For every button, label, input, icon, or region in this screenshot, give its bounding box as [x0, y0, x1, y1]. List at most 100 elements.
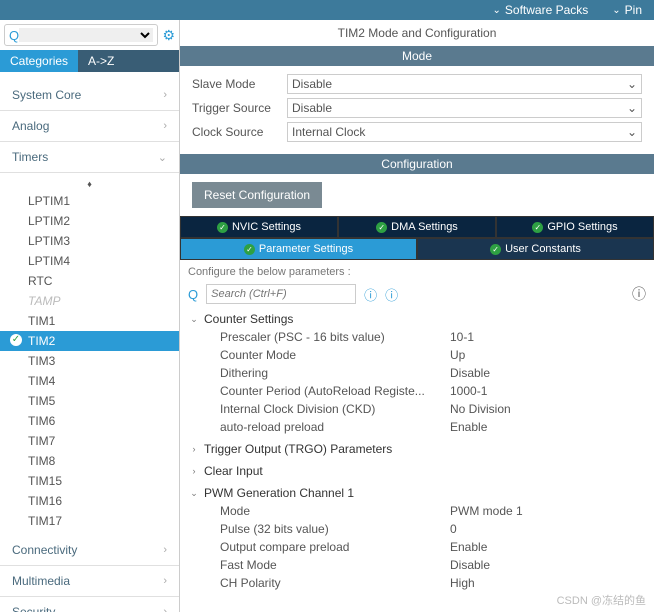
tab-label: GPIO Settings: [547, 221, 617, 233]
sidebar-item-tamp[interactable]: TAMP: [0, 291, 179, 311]
prev-icon[interactable]: ⓘ: [364, 285, 377, 304]
chevron-down-icon: ⌄: [612, 5, 620, 16]
param-value: Enable: [450, 420, 487, 434]
param-row[interactable]: auto-reload preloadEnable: [188, 418, 646, 436]
param-row[interactable]: Pulse (32 bits value)0: [188, 520, 646, 538]
trigger-source-select[interactable]: Disable ⌄: [287, 98, 642, 118]
param-key: Counter Mode: [220, 348, 450, 362]
chevron-right-icon: ›: [163, 89, 167, 101]
select-value: Disable: [292, 101, 332, 115]
sidebar-item-tim6[interactable]: TIM6: [0, 411, 179, 431]
param-value: Enable: [450, 540, 487, 554]
chevron-down-icon: ⌄: [158, 151, 167, 164]
sidebar-item-tim16[interactable]: TIM16: [0, 491, 179, 511]
group-counter-settings[interactable]: ⌄Counter Settings: [188, 310, 646, 328]
param-key: Fast Mode: [220, 558, 450, 572]
params-search[interactable]: [206, 284, 356, 304]
param-value: Disable: [450, 366, 490, 380]
reset-configuration-button[interactable]: Reset Configuration: [192, 182, 322, 208]
sidebar-item-tim4[interactable]: TIM4: [0, 371, 179, 391]
next-icon[interactable]: ⓘ: [385, 285, 398, 304]
param-row[interactable]: Prescaler (PSC - 16 bits value)10-1: [188, 328, 646, 346]
cat-label: Timers: [12, 150, 48, 164]
param-value: PWM mode 1: [450, 504, 523, 518]
topbar-software-packs[interactable]: ⌄ Software Packs: [481, 0, 601, 20]
sidebar-item-lptim3[interactable]: LPTIM3: [0, 231, 179, 251]
sidebar-item-tim17[interactable]: TIM17: [0, 511, 179, 531]
check-icon: ✓: [217, 222, 228, 233]
param-row[interactable]: Fast ModeDisable: [188, 556, 646, 574]
search-select[interactable]: [19, 28, 153, 42]
check-icon: ✓: [532, 222, 543, 233]
cat-security[interactable]: Security ›: [0, 597, 179, 612]
search-icon[interactable]: Q: [188, 287, 198, 302]
param-key: Output compare preload: [220, 540, 450, 554]
sidebar-item-tim8[interactable]: TIM8: [0, 451, 179, 471]
sidebar-item-tim3[interactable]: TIM3: [0, 351, 179, 371]
cat-connectivity[interactable]: Connectivity ›: [0, 535, 179, 566]
group-trigger-output[interactable]: ›Trigger Output (TRGO) Parameters: [188, 440, 646, 458]
cat-analog[interactable]: Analog ›: [0, 111, 179, 142]
group-clear-input[interactable]: ›Clear Input: [188, 462, 646, 480]
expand-icon: ⌄: [188, 314, 200, 325]
tab-gpio-settings[interactable]: ✓ GPIO Settings: [496, 216, 654, 238]
info-icon[interactable]: ⓘ: [632, 284, 646, 304]
cat-multimedia[interactable]: Multimedia ›: [0, 566, 179, 597]
tab-az[interactable]: A->Z: [78, 50, 124, 72]
param-key: Mode: [220, 504, 450, 518]
tab-dma-settings[interactable]: ✓DMA Settings: [338, 216, 496, 238]
param-row[interactable]: Internal Clock Division (CKD)No Division: [188, 400, 646, 418]
param-row[interactable]: CH PolarityHigh: [188, 574, 646, 592]
param-key: CH Polarity: [220, 576, 450, 590]
topbar-pinout[interactable]: ⌄ Pin: [600, 0, 654, 20]
tab-nvic-settings[interactable]: ✓NVIC Settings: [180, 216, 338, 238]
param-value: 1000-1: [450, 384, 487, 398]
sidebar-item-tim5[interactable]: TIM5: [0, 391, 179, 411]
param-row[interactable]: Output compare preloadEnable: [188, 538, 646, 556]
tab-label: Parameter Settings: [259, 243, 353, 255]
param-row[interactable]: ModePWM mode 1: [188, 502, 646, 520]
expand-icon: ›: [188, 466, 200, 476]
tab-parameter-settings[interactable]: ✓Parameter Settings: [180, 238, 417, 260]
expand-icon: ›: [188, 444, 200, 454]
search-icon: Q: [9, 28, 19, 43]
tab-label: DMA Settings: [391, 221, 458, 233]
sidebar-item-lptim2[interactable]: LPTIM2: [0, 211, 179, 231]
sidebar-item-lptim4[interactable]: LPTIM4: [0, 251, 179, 271]
chevron-right-icon: ›: [163, 120, 167, 132]
tab-categories[interactable]: Categories: [0, 50, 78, 72]
topbar-label: Pin: [625, 3, 642, 17]
slave-mode-select[interactable]: Disable ⌄: [287, 74, 642, 94]
param-key: auto-reload preload: [220, 420, 450, 434]
sort-icon[interactable]: ♦: [0, 177, 179, 191]
sidebar-item-tim7[interactable]: TIM7: [0, 431, 179, 451]
clock-source-select[interactable]: Internal Clock ⌄: [287, 122, 642, 142]
param-key: Dithering: [220, 366, 450, 380]
sidebar-item-tim15[interactable]: TIM15: [0, 471, 179, 491]
param-value: Up: [450, 348, 465, 362]
cat-system-core[interactable]: System Core ›: [0, 80, 179, 111]
tab-user-constants[interactable]: ✓User Constants: [417, 238, 654, 260]
param-key: Internal Clock Division (CKD): [220, 402, 450, 416]
sidebar-item-lptim1[interactable]: LPTIM1: [0, 191, 179, 211]
params-search-input[interactable]: [211, 288, 351, 300]
params-hint: Configure the below parameters :: [188, 264, 646, 280]
chevron-down-icon: ⌄: [627, 125, 637, 139]
param-key: Counter Period (AutoReload Registe...: [220, 384, 450, 398]
cat-label: Connectivity: [12, 543, 77, 557]
gear-icon[interactable]: ⚙: [162, 27, 175, 44]
sidebar-item-tim2[interactable]: TIM2: [0, 331, 179, 351]
param-value: High: [450, 576, 475, 590]
group-pwm-channel-1[interactable]: ⌄PWM Generation Channel 1: [188, 484, 646, 502]
sidebar-item-tim1[interactable]: TIM1: [0, 311, 179, 331]
param-row[interactable]: Counter ModeUp: [188, 346, 646, 364]
sidebar-item-rtc[interactable]: RTC: [0, 271, 179, 291]
group-label: PWM Generation Channel 1: [204, 486, 354, 500]
param-row[interactable]: Counter Period (AutoReload Registe...100…: [188, 382, 646, 400]
param-row[interactable]: DitheringDisable: [188, 364, 646, 382]
cat-timers[interactable]: Timers ⌄: [0, 142, 179, 173]
page-title: TIM2 Mode and Configuration: [180, 20, 654, 46]
clock-source-label: Clock Source: [192, 125, 287, 139]
slave-mode-label: Slave Mode: [192, 77, 287, 91]
sidebar-search[interactable]: Q: [4, 24, 158, 46]
